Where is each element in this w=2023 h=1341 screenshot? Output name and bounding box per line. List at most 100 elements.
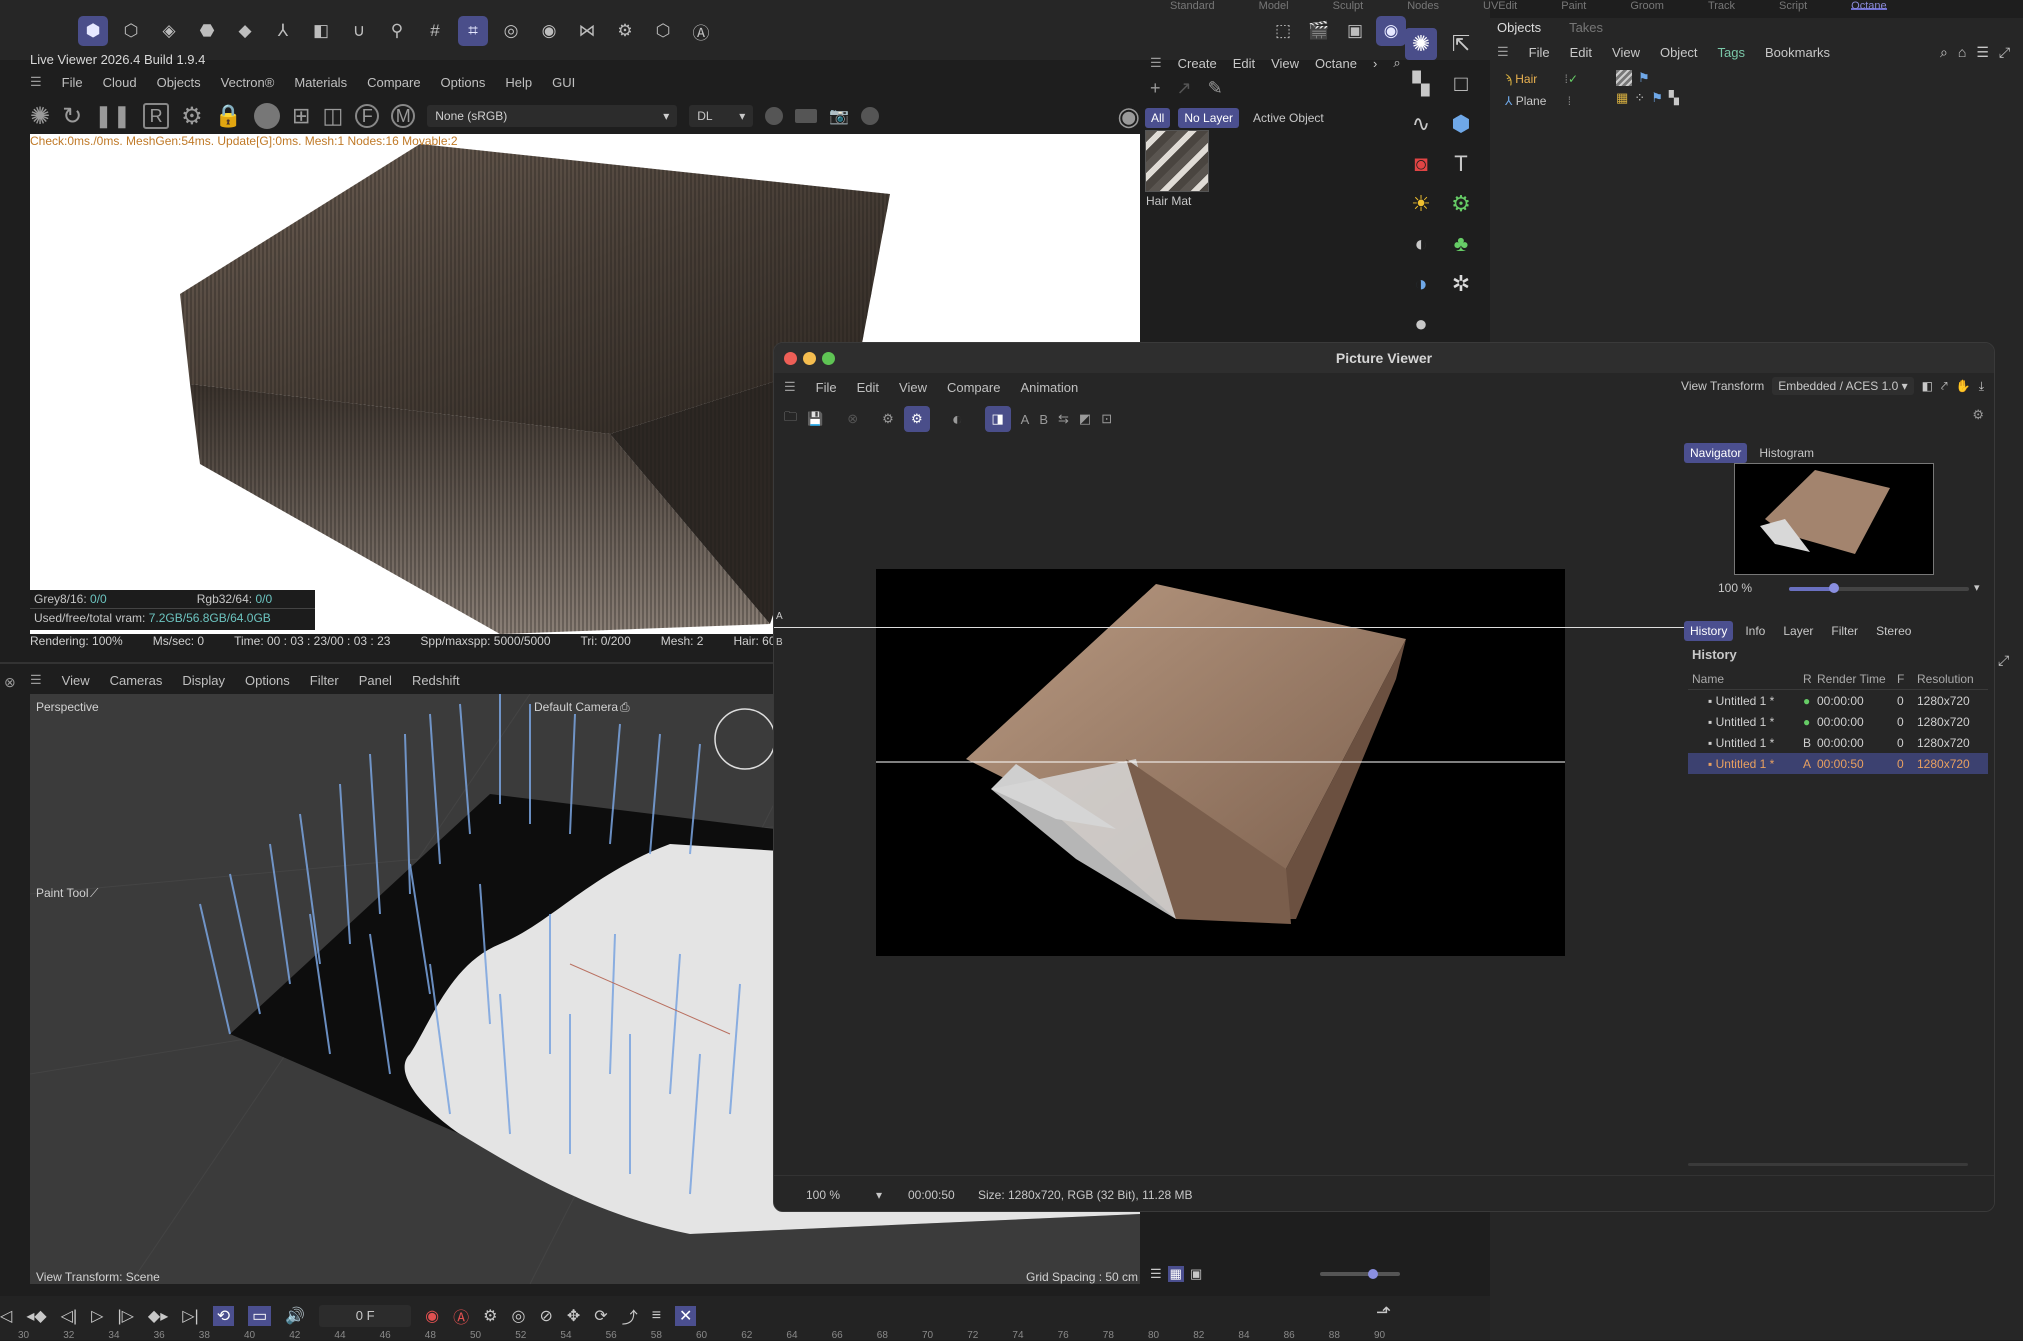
pv-menu-item[interactable]: File bbox=[816, 380, 837, 395]
add-icon[interactable]: + bbox=[1150, 78, 1161, 99]
material-name[interactable]: Hair Mat bbox=[1146, 194, 1191, 208]
search-icon[interactable]: ⌕ bbox=[1393, 55, 1400, 71]
deformer-icon[interactable]: ◑ bbox=[1405, 268, 1437, 300]
lock-icon[interactable]: 🔒 bbox=[215, 103, 242, 129]
kernel-select[interactable]: DL ▾ bbox=[689, 105, 754, 127]
eyedropper-icon[interactable]: ✎ bbox=[1208, 78, 1223, 99]
lv-menu-item[interactable]: Options bbox=[441, 75, 486, 90]
vp-menu-item[interactable]: View bbox=[62, 673, 90, 688]
render-region-icon[interactable]: ⬚ bbox=[1268, 16, 1298, 46]
clay-icon[interactable]: ◫ bbox=[322, 103, 343, 129]
region-render-icon[interactable]: R bbox=[143, 103, 170, 129]
mat-menu-item[interactable]: Edit bbox=[1233, 56, 1255, 71]
view-transform-select[interactable]: Embedded / ACES 1.0 ▾ bbox=[1772, 377, 1914, 395]
vp-menu-item[interactable]: Filter bbox=[310, 673, 339, 688]
object-row-plane[interactable]: ⅄ Plane ⁞ bbox=[1505, 90, 1578, 112]
settings-icon[interactable]: ⚙ bbox=[610, 16, 640, 46]
zoom-slider-handle[interactable] bbox=[1829, 583, 1839, 593]
square-icon[interactable]: □ bbox=[1445, 68, 1477, 100]
points-mode-icon[interactable]: ⬡ bbox=[116, 16, 146, 46]
uv-mode-icon[interactable]: ◆ bbox=[230, 16, 260, 46]
expand-icon[interactable]: ⤢ bbox=[1998, 652, 2009, 669]
lv-menu-item[interactable]: Help bbox=[505, 75, 532, 90]
color-space-select[interactable]: None (sRGB) ▾ bbox=[427, 105, 678, 127]
vp-menu-item[interactable]: Panel bbox=[359, 673, 392, 688]
focus-icon[interactable]: F bbox=[355, 104, 380, 128]
symmetry-icon[interactable]: ⋈ bbox=[572, 16, 602, 46]
lv-menu-item[interactable]: Objects bbox=[157, 75, 201, 90]
octane-icon[interactable]: ✺ bbox=[1405, 28, 1437, 60]
set-a-icon[interactable]: A bbox=[1021, 412, 1030, 427]
open-folder-icon[interactable]: 🗀 bbox=[784, 408, 797, 430]
layout-tab[interactable]: UVEdit bbox=[1483, 0, 1517, 12]
magnet-icon[interactable]: ∪ bbox=[344, 16, 374, 46]
obj-menu-item[interactable]: Tags bbox=[1718, 45, 1745, 60]
navigator-thumbnail[interactable] bbox=[1734, 463, 1934, 575]
preview-range-icon[interactable]: ▭ bbox=[248, 1306, 272, 1326]
layout-tab-active[interactable]: Octane bbox=[1851, 0, 1887, 12]
deform-icon[interactable]: ⚲ bbox=[382, 16, 412, 46]
mat-menu-item[interactable]: Octane bbox=[1315, 56, 1357, 71]
cube-icon[interactable]: ⬢ bbox=[1445, 108, 1477, 140]
lv-menu-item[interactable]: GUI bbox=[552, 75, 575, 90]
mat-menu-item[interactable]: Create bbox=[1178, 56, 1217, 71]
zoom-window-button[interactable] bbox=[822, 352, 835, 365]
fit-icon[interactable]: ⊡ bbox=[1101, 411, 1112, 427]
history-row[interactable]: ▪ Untitled 1 * ● 00:00:00 0 1280x720 bbox=[1688, 711, 1988, 732]
lv-menu-item[interactable]: Compare bbox=[367, 75, 420, 90]
tab-stereo[interactable]: Stereo bbox=[1870, 621, 1917, 641]
edges-mode-icon[interactable]: ◈ bbox=[154, 16, 184, 46]
restart-render-icon[interactable]: ↻ bbox=[62, 102, 82, 131]
lv-menu-item[interactable]: File bbox=[62, 75, 83, 90]
render-icon[interactable]: 🎬 bbox=[1304, 16, 1334, 46]
material-tag-icon[interactable] bbox=[1616, 70, 1632, 86]
loop-icon[interactable]: ⟲ bbox=[212, 1306, 235, 1326]
record-icon[interactable]: ◉ bbox=[1117, 101, 1140, 132]
autokey-icon[interactable]: Ⓐ bbox=[453, 1304, 469, 1328]
hand-icon[interactable]: ✋ bbox=[1956, 379, 1971, 393]
prev-frame-icon[interactable]: ◁| bbox=[61, 1306, 77, 1326]
filter-active-object[interactable]: Active Object bbox=[1247, 108, 1330, 128]
grid-icon[interactable]: # bbox=[420, 16, 450, 46]
next-key-icon[interactable]: ◆▸ bbox=[148, 1306, 168, 1326]
go-end-icon[interactable]: ▷| bbox=[182, 1306, 198, 1326]
pv-menu-item[interactable]: Edit bbox=[857, 380, 879, 395]
history-row[interactable]: ▪ Untitled 1 * B 00:00:00 0 1280x720 bbox=[1688, 732, 1988, 753]
filter-icon[interactable]: ⚙ bbox=[903, 406, 930, 432]
tab-history[interactable]: History bbox=[1684, 621, 1734, 641]
default-camera-label[interactable]: Default Camera bbox=[534, 700, 618, 714]
layout-tab[interactable]: Standard bbox=[1170, 0, 1215, 12]
render-queue-icon[interactable]: ▣ bbox=[1340, 16, 1370, 46]
rotation-key-icon[interactable]: ⊘ bbox=[539, 1306, 552, 1326]
list-view-icon[interactable]: ☰ bbox=[1150, 1266, 1162, 1282]
settings-icon[interactable]: ⚙ bbox=[1972, 407, 1984, 423]
record-key-icon[interactable]: ◉ bbox=[425, 1306, 439, 1326]
checker-icon[interactable]: ▚ bbox=[1405, 68, 1437, 100]
sphere-icon[interactable]: ● bbox=[1405, 308, 1437, 340]
flag-icon[interactable]: ⚑ bbox=[1638, 70, 1650, 86]
layout-tab[interactable]: Nodes bbox=[1407, 0, 1439, 12]
add-region-icon[interactable]: ⊞ bbox=[292, 103, 310, 129]
hamburger-icon[interactable]: ☰ bbox=[30, 672, 42, 688]
settings-gear-icon[interactable]: ⚙ bbox=[181, 102, 203, 131]
hamburger-icon[interactable]: ☰ bbox=[784, 379, 796, 395]
hamburger-icon[interactable]: ☰ bbox=[1497, 44, 1509, 60]
sphere-icon[interactable] bbox=[254, 103, 281, 129]
swap-icon[interactable]: ⇆ bbox=[1058, 411, 1069, 427]
contrast-icon[interactable]: ◐ bbox=[952, 409, 963, 430]
tab-takes[interactable]: Takes bbox=[1569, 20, 1603, 35]
octane-logo-icon[interactable]: ✺ bbox=[30, 102, 50, 131]
chevron-right-icon[interactable]: › bbox=[1373, 56, 1377, 71]
mat-menu-item[interactable]: View bbox=[1271, 56, 1299, 71]
texture-tag-icon[interactable]: ▦ bbox=[1616, 90, 1628, 106]
check-icon[interactable]: ✓ bbox=[1568, 72, 1578, 86]
expand-icon[interactable]: ⤢ bbox=[1999, 44, 2010, 61]
lv-menu-item[interactable]: Vectron® bbox=[221, 75, 275, 90]
current-frame-field[interactable]: 0 F bbox=[319, 1305, 412, 1327]
tab-histogram[interactable]: Histogram bbox=[1753, 443, 1820, 463]
model-mode-icon[interactable]: ⬢ bbox=[78, 16, 108, 46]
text-icon[interactable]: T bbox=[1445, 148, 1477, 180]
obj-menu-item[interactable]: File bbox=[1529, 45, 1550, 60]
vp-menu-item[interactable]: Cameras bbox=[110, 673, 163, 688]
lv-menu-item[interactable]: Cloud bbox=[103, 75, 137, 90]
